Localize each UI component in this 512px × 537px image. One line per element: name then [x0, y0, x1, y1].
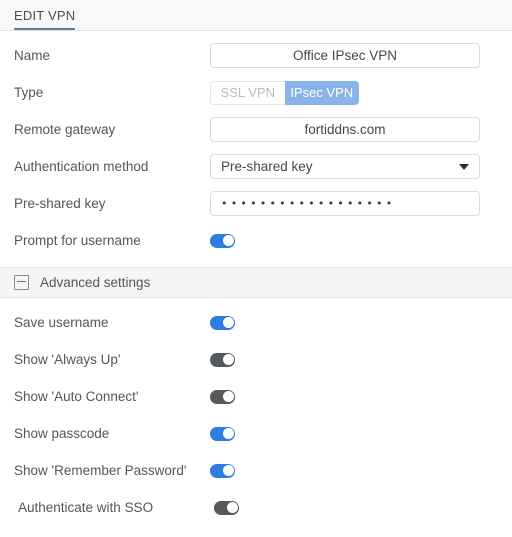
control-type: SSL VPN IPsec VPN: [210, 80, 512, 105]
vpn-form: Name Office IPsec VPN Type SSL VPN IPsec…: [0, 31, 512, 259]
toggle-knob: [222, 465, 234, 476]
advanced-settings-rows: Save username Show 'Always Up' Show 'Aut…: [0, 298, 512, 526]
control-prompt-for-username: [210, 233, 512, 248]
form-row-show-passcode: Show passcode: [0, 415, 512, 452]
control-show-always-up: [210, 352, 512, 367]
toggle-prompt-for-username[interactable]: [210, 233, 235, 248]
control-remote-gateway: fortiddns.com: [210, 117, 512, 142]
chevron-down-icon: [459, 163, 469, 170]
name-input[interactable]: Office IPsec VPN: [210, 43, 480, 68]
label-authentication-method: Authentication method: [14, 158, 149, 174]
form-row-name: Name Office IPsec VPN: [0, 37, 512, 74]
label-type: Type: [14, 84, 44, 100]
form-row-show-auto-connect: Show 'Auto Connect': [0, 378, 512, 415]
label-authenticate-with-sso: Authenticate with SSO: [18, 499, 154, 515]
advanced-settings-title: Advanced settings: [40, 275, 151, 290]
form-row-save-username: Save username: [0, 304, 512, 341]
form-row-prompt-for-username: Prompt for username: [0, 222, 512, 259]
control-show-passcode: [210, 426, 512, 441]
toggle-knob: [222, 235, 234, 246]
authentication-method-select[interactable]: Pre-shared key: [210, 154, 480, 179]
form-row-show-always-up: Show 'Always Up': [0, 341, 512, 378]
form-row-show-remember-password: Show 'Remember Password': [0, 452, 512, 489]
toggle-show-passcode[interactable]: [210, 426, 235, 441]
toggle-knob: [226, 502, 238, 513]
control-pre-shared-key: ••••••••••••••••••: [210, 191, 512, 216]
control-show-auto-connect: [210, 389, 512, 404]
toggle-knob: [222, 428, 234, 439]
label-show-passcode: Show passcode: [14, 425, 110, 441]
authentication-method-value: Pre-shared key: [221, 159, 313, 174]
control-authenticate-with-sso: [214, 500, 512, 515]
segment-ssl-vpn[interactable]: SSL VPN: [210, 80, 285, 105]
password-mask: ••••••••••••••••••: [221, 197, 396, 210]
minus-square-icon[interactable]: [14, 275, 29, 290]
form-row-remote-gateway: Remote gateway fortiddns.com: [0, 111, 512, 148]
tab-label: EDIT VPN: [14, 8, 76, 23]
label-show-always-up: Show 'Always Up': [14, 351, 121, 367]
toggle-show-auto-connect[interactable]: [210, 389, 235, 404]
toggle-show-remember-password[interactable]: [210, 463, 235, 478]
toggle-authenticate-with-sso[interactable]: [214, 500, 239, 515]
control-authentication-method: Pre-shared key: [210, 154, 512, 179]
form-row-authenticate-with-sso: Authenticate with SSO: [0, 489, 512, 526]
toggle-save-username[interactable]: [210, 315, 235, 330]
label-show-auto-connect: Show 'Auto Connect': [14, 388, 139, 404]
vpn-type-segmented-control: SSL VPN IPsec VPN: [210, 80, 359, 105]
form-row-pre-shared-key: Pre-shared key ••••••••••••••••••: [0, 185, 512, 222]
label-show-remember-password: Show 'Remember Password': [14, 462, 187, 478]
toggle-knob: [222, 391, 234, 402]
label-pre-shared-key: Pre-shared key: [14, 195, 106, 211]
form-row-type: Type SSL VPN IPsec VPN: [0, 74, 512, 111]
toggle-knob: [222, 354, 234, 365]
tab-bar: EDIT VPN: [0, 0, 512, 31]
tab-edit-vpn[interactable]: EDIT VPN: [14, 8, 76, 30]
label-remote-gateway: Remote gateway: [14, 121, 116, 137]
form-row-authentication-method: Authentication method Pre-shared key: [0, 148, 512, 185]
label-save-username: Save username: [14, 314, 109, 330]
remote-gateway-input[interactable]: fortiddns.com: [210, 117, 480, 142]
control-show-remember-password: [210, 463, 512, 478]
toggle-knob: [222, 317, 234, 328]
advanced-settings-header[interactable]: Advanced settings: [0, 267, 512, 298]
toggle-show-always-up[interactable]: [210, 352, 235, 367]
label-prompt-for-username: Prompt for username: [14, 232, 141, 248]
control-name: Office IPsec VPN: [210, 43, 512, 68]
control-save-username: [210, 315, 512, 330]
segment-ipsec-vpn[interactable]: IPsec VPN: [284, 80, 359, 105]
pre-shared-key-input[interactable]: ••••••••••••••••••: [210, 191, 480, 216]
label-name: Name: [14, 47, 51, 63]
